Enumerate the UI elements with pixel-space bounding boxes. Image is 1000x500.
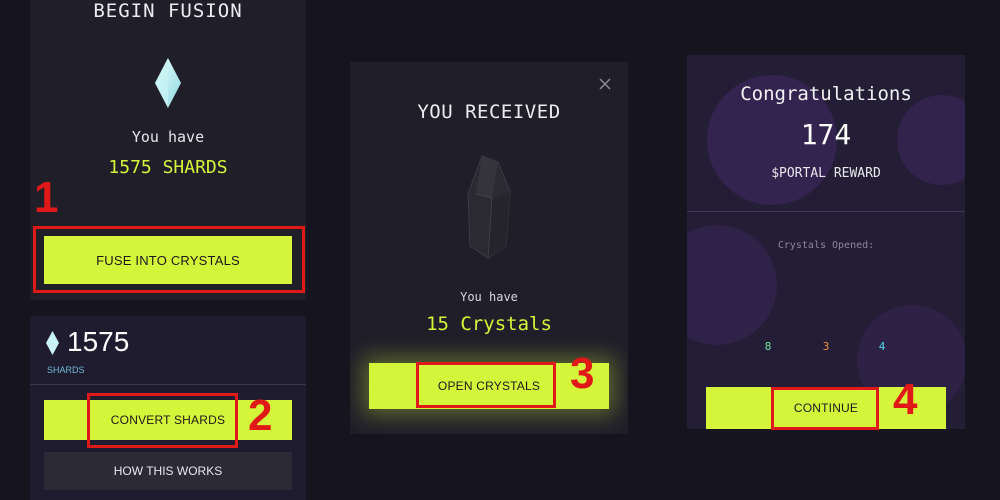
fusion-title: BEGIN FUSION bbox=[93, 0, 243, 22]
crystals-amount: 15 Crystals bbox=[426, 313, 552, 335]
crystals-opened-label: Crystals Opened: bbox=[777, 240, 875, 251]
diamond-icon bbox=[46, 331, 59, 359]
step-number-3: 3 bbox=[570, 349, 595, 398]
divider bbox=[30, 384, 306, 385]
shards-amount: 1575 SHARDS bbox=[108, 157, 228, 178]
step-number-4: 4 bbox=[893, 375, 918, 424]
step-number-1: 1 bbox=[34, 173, 59, 222]
diamond-icon bbox=[155, 58, 181, 112]
highlight-box-continue bbox=[771, 387, 879, 430]
congrats-title: Congratulations bbox=[740, 83, 912, 105]
received-title: YOU RECEIVED bbox=[417, 101, 561, 123]
how-this-works-button[interactable]: HOW THIS WORKS bbox=[44, 452, 292, 490]
shards-count: 1575 bbox=[67, 326, 130, 357]
highlight-box-open bbox=[416, 362, 556, 408]
opened-count-cyan: 4 bbox=[878, 340, 886, 353]
opened-count-orange: 3 bbox=[822, 340, 830, 353]
highlight-box-convert bbox=[87, 393, 238, 448]
step-number-2: 2 bbox=[248, 391, 273, 440]
you-have-label: You have bbox=[460, 290, 518, 304]
close-icon[interactable] bbox=[598, 76, 612, 90]
you-have-label: You have bbox=[131, 128, 205, 146]
crystal-icon bbox=[464, 154, 514, 264]
reward-amount: 174 bbox=[800, 118, 852, 151]
highlight-box-fuse bbox=[33, 226, 305, 293]
divider bbox=[687, 211, 965, 212]
shards-unit-label: SHARDS bbox=[47, 365, 85, 375]
reward-label: $PORTAL REWARD bbox=[771, 166, 881, 181]
congrats-panel: Congratulations 174 $PORTAL REWARD Cryst… bbox=[687, 55, 965, 429]
opened-count-green: 8 bbox=[764, 340, 772, 353]
how-this-works-label: HOW THIS WORKS bbox=[113, 464, 223, 478]
